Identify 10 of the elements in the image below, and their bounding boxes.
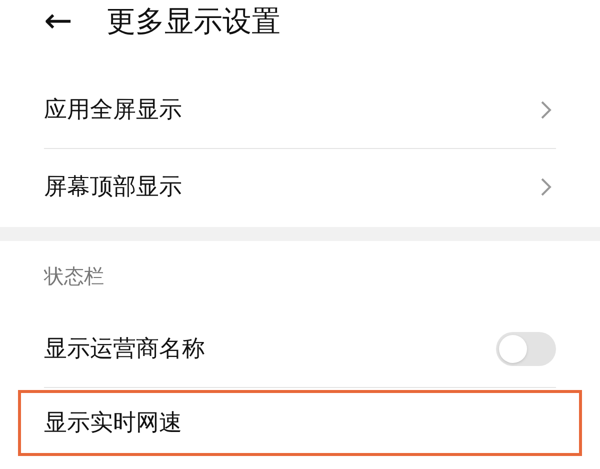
page-title: 更多显示设置 <box>106 3 280 40</box>
toggle-switch[interactable] <box>496 332 556 366</box>
back-button[interactable]: ← <box>44 4 72 38</box>
setting-label[interactable]: 显示实时网速 <box>44 406 182 440</box>
setting-label[interactable]: 屏幕顶部显示 <box>44 170 182 204</box>
chevron-right-icon[interactable] <box>540 100 552 120</box>
chevron-right-icon[interactable] <box>540 177 552 197</box>
section-header: 状态栏 <box>44 263 104 290</box>
setting-label[interactable]: 显示运营商名称 <box>44 332 205 366</box>
setting-label[interactable]: 应用全屏显示 <box>44 92 182 128</box>
